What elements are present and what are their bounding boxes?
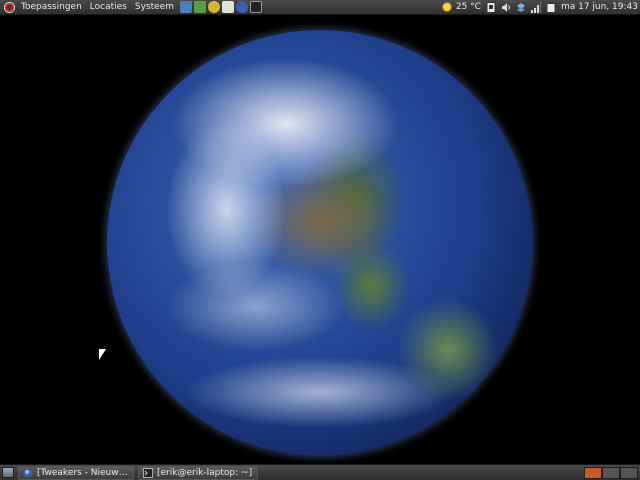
- workspace-switcher: [584, 466, 638, 479]
- taskbar-item-browser[interactable]: [Tweakers - Nieuws, r...: [18, 465, 134, 480]
- browser-icon[interactable]: [235, 1, 248, 13]
- bottom-panel: [Tweakers - Nieuws, r... [erik@erik-lapt…: [0, 464, 640, 480]
- mouse-cursor-icon: [99, 349, 106, 360]
- taskbar-item-label: [erik@erik-laptop: ~]: [157, 467, 253, 478]
- wireless-signal-icon[interactable]: [530, 1, 541, 13]
- workspace-2[interactable]: [602, 466, 620, 479]
- menu-system[interactable]: Systeem: [131, 0, 178, 15]
- taskbar-item-terminal[interactable]: [erik@erik-laptop: ~]: [138, 465, 258, 480]
- system-tray: 25 °C ma 17 jun, 19:43: [442, 1, 640, 13]
- earth-wallpaper: [107, 30, 533, 456]
- notes-icon[interactable]: [486, 1, 496, 13]
- launcher-bar: [179, 1, 264, 13]
- top-panel: Toepassingen Locaties Systeem 25 °C ma 1…: [0, 0, 640, 15]
- network-icon[interactable]: [193, 1, 206, 13]
- dropbox-icon[interactable]: [516, 2, 526, 13]
- weather-sun-icon[interactable]: [442, 3, 451, 11]
- editor-icon[interactable]: [221, 1, 234, 13]
- weather-temperature[interactable]: 25 °C: [456, 2, 481, 12]
- volume-icon[interactable]: [501, 2, 511, 13]
- taskbar-item-label: [Tweakers - Nieuws, r...: [37, 467, 129, 478]
- terminal-icon[interactable]: [249, 1, 262, 13]
- show-desktop-icon[interactable]: [2, 467, 14, 478]
- menu-applications[interactable]: Toepassingen: [17, 0, 86, 15]
- workspace-1[interactable]: [584, 466, 602, 479]
- desktop[interactable]: [0, 15, 640, 464]
- browser-icon: [23, 468, 33, 478]
- battery-icon[interactable]: [546, 1, 556, 13]
- messenger-icon[interactable]: [207, 1, 220, 13]
- ubuntu-logo-icon[interactable]: [4, 1, 15, 13]
- clock[interactable]: ma 17 jun, 19:43: [561, 2, 638, 12]
- menu-places[interactable]: Locaties: [86, 0, 131, 15]
- terminal-icon: [143, 467, 153, 478]
- address-book-icon[interactable]: [179, 1, 192, 13]
- workspace-3[interactable]: [620, 466, 638, 479]
